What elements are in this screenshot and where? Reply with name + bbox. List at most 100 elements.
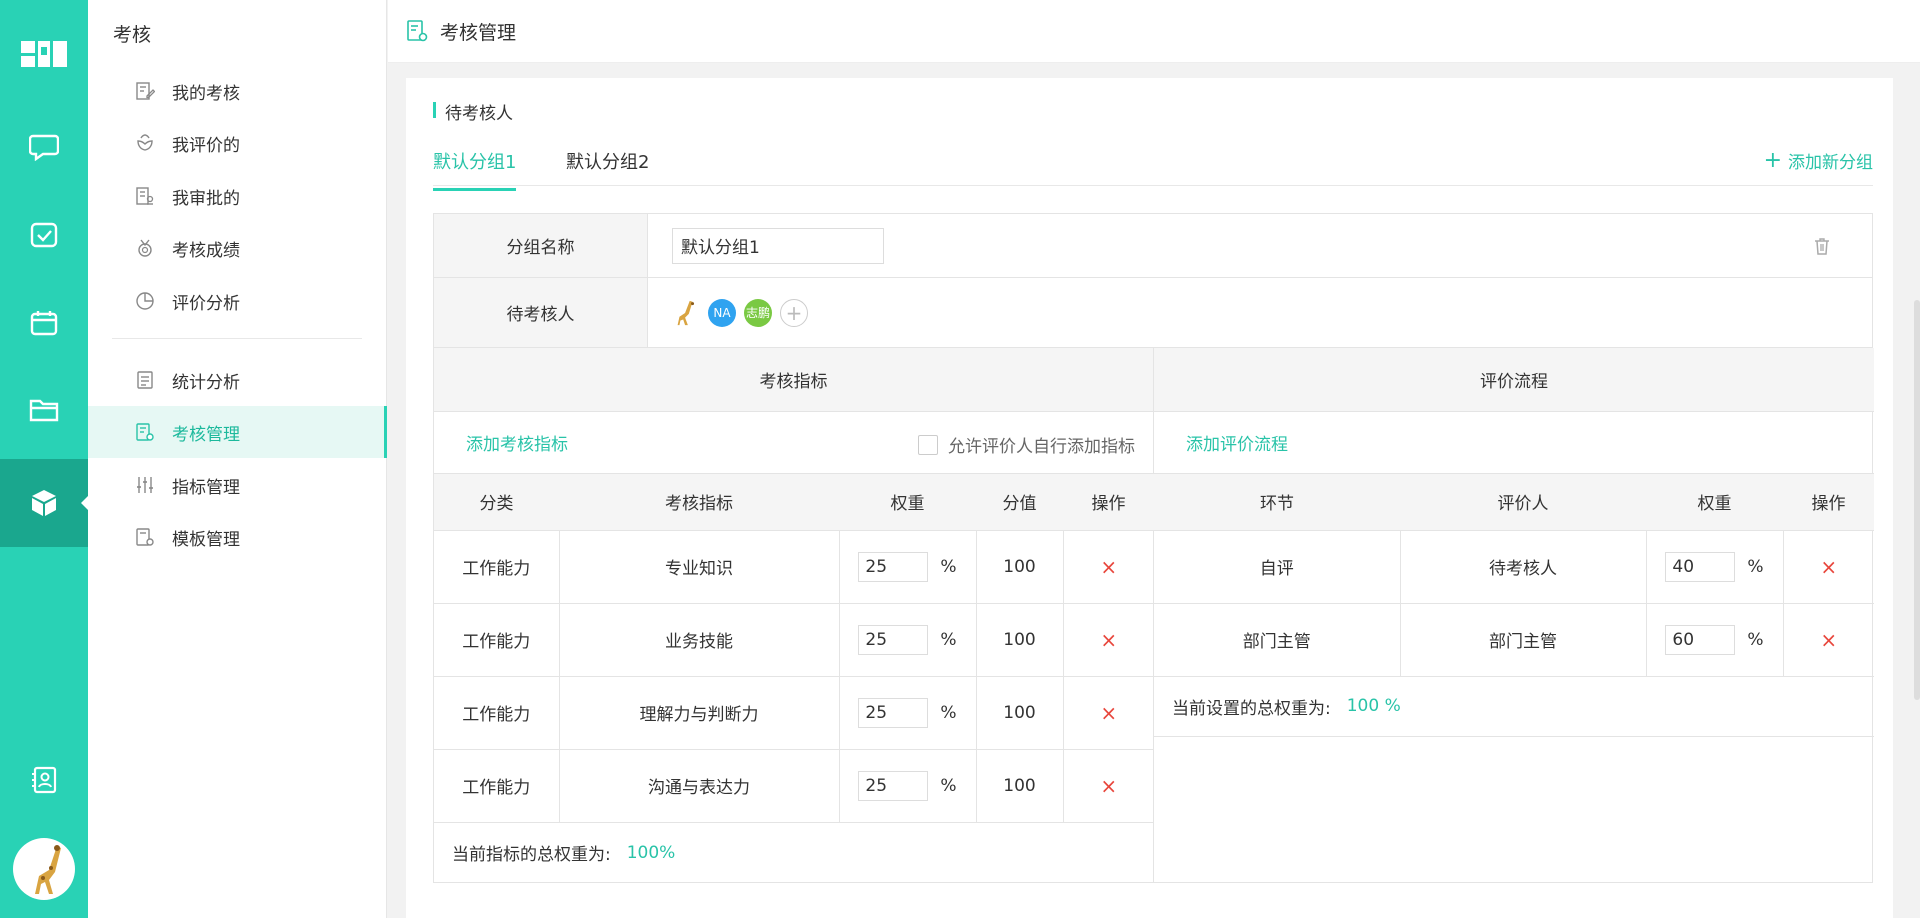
table-row: 工作能力 专业知识 25% 100 × xyxy=(434,530,1154,604)
plus-icon: + xyxy=(1763,147,1782,173)
add-group-button[interactable]: + 添加新分组 xyxy=(1764,148,1873,173)
process-table: 环节 评价人 权重 操作 自评 待考核人 40% × 部门主管 部门主管 60 … xyxy=(1154,474,1874,677)
weight-input[interactable]: 60 xyxy=(1665,624,1736,655)
action-cell: × xyxy=(1063,676,1154,750)
process-total: 当前设置的总权重为: 100 % xyxy=(1154,677,1874,737)
col-action: 操作 xyxy=(1063,474,1154,531)
delete-icon[interactable]: × xyxy=(1100,701,1117,725)
allow-self-add-checkbox[interactable] xyxy=(918,434,938,455)
cube-icon xyxy=(32,490,56,516)
percent-label: % xyxy=(1747,556,1764,577)
add-process-link[interactable]: 添加评价流程 xyxy=(1186,430,1288,455)
delete-icon[interactable]: × xyxy=(1100,774,1117,798)
sidebar-item-label: 模板管理 xyxy=(172,529,240,550)
sidebar-item-label: 我评价的 xyxy=(172,135,240,156)
rail-calendar[interactable] xyxy=(0,279,88,367)
sidebar-item-my-reviews[interactable]: 我评价的 xyxy=(88,117,387,169)
delete-icon[interactable]: × xyxy=(1820,628,1837,652)
sidebar-divider xyxy=(112,338,362,339)
rail-dashboard[interactable] xyxy=(0,10,88,98)
avatar-na[interactable]: NA xyxy=(708,298,736,327)
edit-doc-icon xyxy=(134,80,156,102)
process-title: 评价流程 xyxy=(1154,348,1874,412)
app-rail xyxy=(0,0,88,918)
col-weight: 权重 xyxy=(839,474,976,531)
dashboard-icon xyxy=(21,41,67,67)
flower-icon xyxy=(134,132,156,154)
weight-input[interactable]: 25 xyxy=(858,697,929,728)
process-panel: 评价流程 添加评价流程 环节 评价人 权重 操作 自评 待考核人 40 % × … xyxy=(1154,348,1874,882)
delete-icon[interactable]: × xyxy=(1100,628,1117,652)
reviewer-cell: 部门主管 xyxy=(1400,603,1647,677)
giraffe-avatar-icon[interactable] xyxy=(672,299,700,327)
delete-icon[interactable]: × xyxy=(1820,555,1837,579)
col-reviewer: 评价人 xyxy=(1400,474,1646,531)
percent-label: % xyxy=(940,702,957,723)
indicators-total-value: 100% xyxy=(626,842,676,863)
sidebar-item-label: 指标管理 xyxy=(172,477,240,498)
indicators-table: 分类 考核指标 权重 分值 操作 工作能力 专业知识 25% 100 × 工作能… xyxy=(434,474,1154,823)
checkbox-icon xyxy=(30,222,58,248)
user-avatar[interactable] xyxy=(13,838,75,900)
tab-default-group-2[interactable]: 默认分组2 xyxy=(566,148,649,188)
col-indicator: 考核指标 xyxy=(559,474,839,531)
score-cell: 100 xyxy=(976,749,1064,823)
add-indicator-link[interactable]: 添加考核指标 xyxy=(466,430,568,455)
action-cell: × xyxy=(1063,603,1154,677)
group-name-row: 分组名称 默认分组1 xyxy=(434,214,1872,278)
rail-messages[interactable] xyxy=(0,103,88,191)
weight-input[interactable]: 25 xyxy=(858,770,929,801)
weight-input[interactable]: 25 xyxy=(858,551,929,582)
sidebar-item-label: 统计分析 xyxy=(172,372,240,393)
sidebar-item-label: 考核管理 xyxy=(172,424,240,445)
action-cell: × xyxy=(1063,530,1154,604)
chat-bubble-icon xyxy=(29,134,59,161)
col-category: 分类 xyxy=(434,474,559,531)
page-scrollbar[interactable] xyxy=(1914,300,1920,700)
sidebar-item-label: 我审批的 xyxy=(172,188,240,209)
delete-icon[interactable]: × xyxy=(1100,555,1117,579)
avatar-zhipeng[interactable]: 志鹏 xyxy=(744,298,772,327)
category-cell: 工作能力 xyxy=(434,530,560,604)
action-cell: × xyxy=(1063,749,1154,823)
approve-doc-icon xyxy=(134,185,156,207)
process-total-label: 当前设置的总权重为: xyxy=(1172,698,1331,719)
settings-doc-icon xyxy=(134,421,156,443)
action-cell: × xyxy=(1783,530,1874,604)
trash-icon[interactable] xyxy=(1812,236,1832,260)
weight-cell: 25% xyxy=(839,530,977,604)
category-cell: 工作能力 xyxy=(434,749,560,823)
score-cell: 100 xyxy=(976,603,1064,677)
col-score: 分值 xyxy=(976,474,1063,531)
indicator-cell: 业务技能 xyxy=(559,603,840,677)
score-cell: 100 xyxy=(976,676,1064,750)
sidebar-item-my-approvals[interactable]: 我审批的 xyxy=(88,170,387,222)
rail-files[interactable] xyxy=(0,366,88,454)
sidebar-item-assessment-management[interactable]: 考核管理 xyxy=(88,406,387,458)
section-title: 待考核人 xyxy=(433,99,513,124)
weight-input[interactable]: 40 xyxy=(1665,551,1736,582)
reviewees-row: 待考核人 NA 志鹏 + xyxy=(434,278,1872,348)
sidebar-item-review-analysis[interactable]: 评价分析 xyxy=(88,275,387,327)
reviewees-cell: NA 志鹏 + xyxy=(648,278,1872,347)
sliders-icon xyxy=(134,474,156,496)
sidebar-item-indicator-management[interactable]: 指标管理 xyxy=(88,459,387,511)
weight-input[interactable]: 25 xyxy=(858,624,929,655)
weight-cell: 60% xyxy=(1646,603,1784,677)
sidebar-item-scores[interactable]: 考核成绩 xyxy=(88,222,387,274)
percent-label: % xyxy=(940,556,957,577)
score-cell: 100 xyxy=(976,530,1064,604)
sidebar-item-statistics[interactable]: 统计分析 xyxy=(88,354,387,406)
allow-self-add-option[interactable]: 允许评价人自行添加指标 xyxy=(918,432,1135,457)
table-row: 工作能力 理解力与判断力 25% 100 × xyxy=(434,676,1154,750)
sidebar-item-template-management[interactable]: 模板管理 xyxy=(88,511,387,563)
rail-tasks[interactable] xyxy=(0,191,88,279)
tab-default-group-1[interactable]: 默认分组1 xyxy=(433,148,517,191)
group-name-input[interactable]: 默认分组1 xyxy=(672,227,884,264)
add-reviewee-button[interactable]: + xyxy=(780,298,808,327)
category-cell: 工作能力 xyxy=(434,676,560,750)
config-panels: 考核指标 添加考核指标 允许评价人自行添加指标 分类 考核指标 权重 分值 操作… xyxy=(434,348,1874,882)
sidebar-item-my-assessment[interactable]: 我的考核 xyxy=(88,65,387,117)
rail-contacts[interactable] xyxy=(0,736,88,824)
rail-assessment[interactable] xyxy=(0,459,88,547)
